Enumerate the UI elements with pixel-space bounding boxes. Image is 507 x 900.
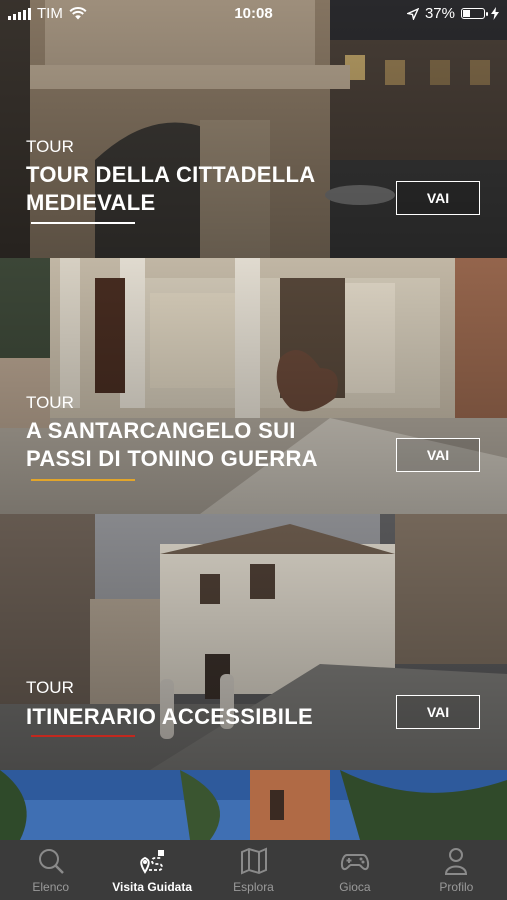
tour-image-tower [0,770,507,840]
location-arrow-icon [406,7,419,20]
title-underline [31,222,135,224]
tab-label: Esplora [233,880,274,894]
tour-title: ITINERARIO ACCESSIBILE [26,704,313,729]
tab-profilo[interactable]: Profilo [406,840,507,900]
tour-card-accessibile[interactable]: TOUR ITINERARIO ACCESSIBILE VAI [0,514,507,770]
tab-esplora[interactable]: Esplora [203,840,304,900]
battery-icon [461,8,488,19]
go-button[interactable]: VAI [396,438,480,472]
tour-card-partial[interactable] [0,770,507,840]
title-underline [31,735,135,737]
tab-label: Elenco [32,880,70,894]
user-icon [445,848,468,875]
title-underline [31,479,135,481]
tab-label: Profilo [439,880,474,894]
tour-title: TOUR DELLA CITTADELLA MEDIEVALE [26,162,316,215]
go-button[interactable]: VAI [396,181,480,215]
gamepad-icon [340,854,370,871]
battery-level [463,10,470,17]
map-icon [240,847,267,875]
tour-card-tonino-guerra[interactable]: TOUR A SANTARCANGELO SUI PASSI DI TONINO… [0,258,507,514]
tab-visita-guidata[interactable]: Visita Guidata [101,840,202,900]
tour-title: A SANTARCANGELO SUI PASSI DI TONINO GUER… [26,418,318,471]
tab-gioca[interactable]: Gioca [304,840,405,900]
tab-label: Visita Guidata [112,880,193,894]
tab-elenco[interactable]: Elenco [0,840,101,900]
tour-card-cittadella[interactable]: TOUR TOUR DELLA CITTADELLA MEDIEVALE VAI [0,0,507,258]
route-icon [140,850,165,874]
tour-tag: TOUR [26,137,74,156]
tab-label: Gioca [339,880,371,894]
tab-bar: Elenco Visita Guidata Esplora Gioca Prof… [0,840,507,900]
go-button[interactable]: VAI [396,695,480,729]
search-icon [38,849,64,874]
status-bar: TIM 10:08 37% [0,0,507,28]
battery-percent: 37% [424,5,455,22]
tour-tag: TOUR [26,393,74,412]
charging-icon [491,7,499,20]
tour-tag: TOUR [26,678,74,697]
